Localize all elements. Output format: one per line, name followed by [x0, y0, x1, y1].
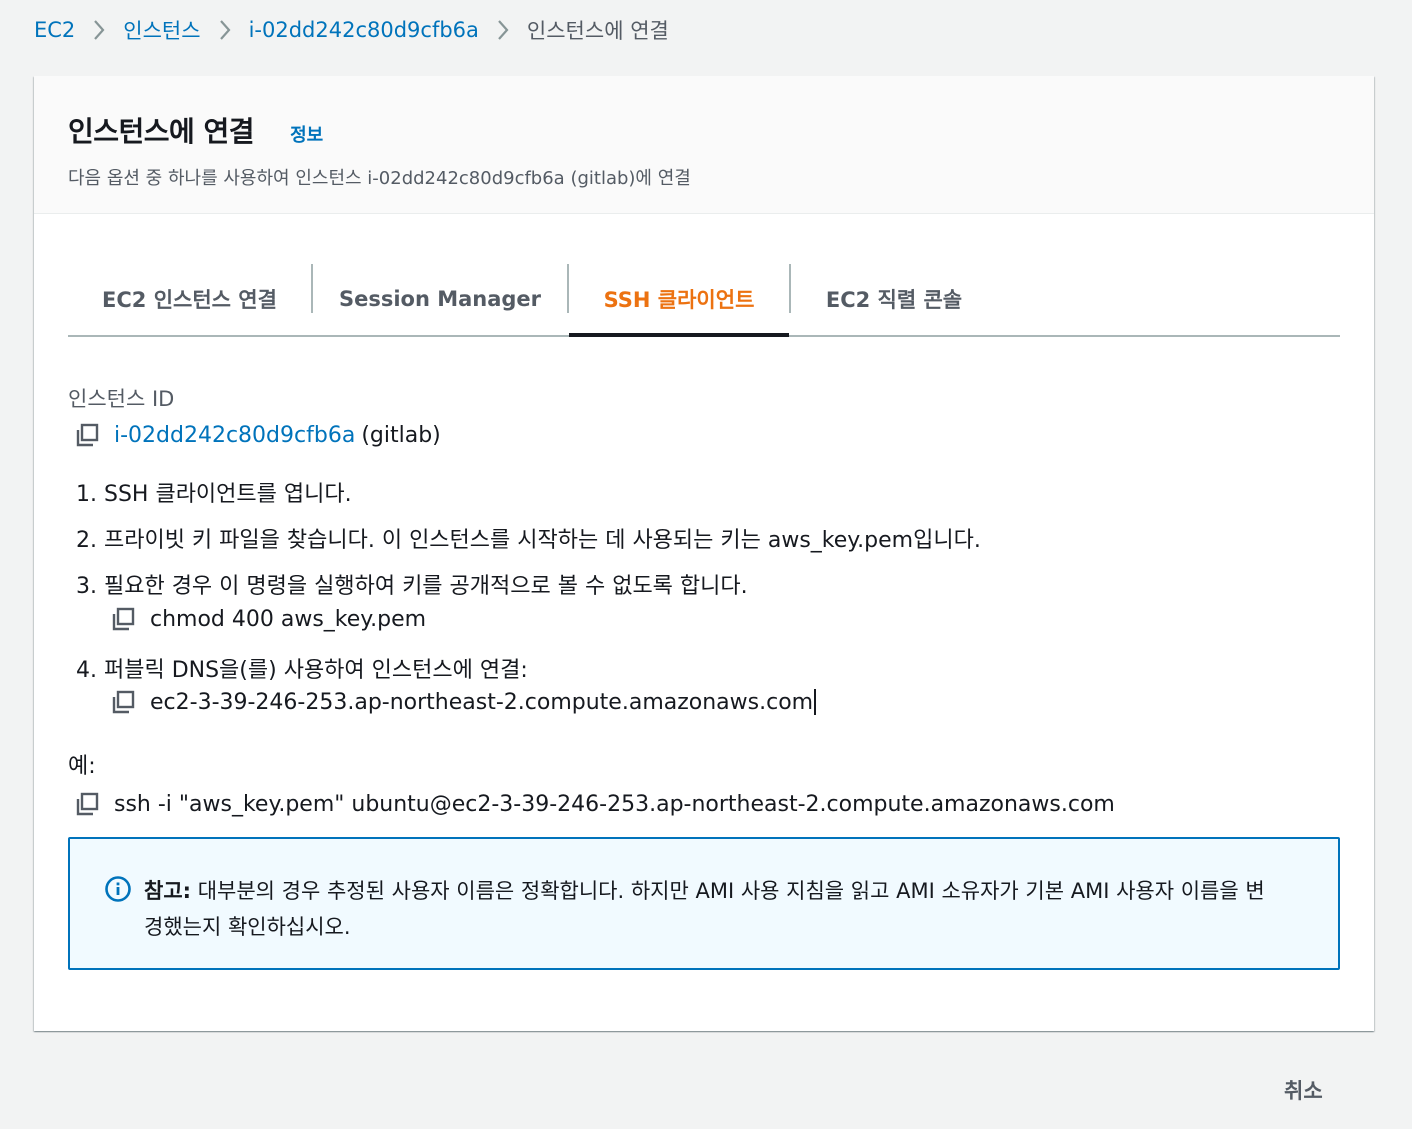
instance-id-label: 인스턴스 ID: [68, 387, 175, 411]
breadcrumb-instances[interactable]: 인스턴스: [123, 15, 200, 45]
info-alert: 참고: 대부분의 경우 추정된 사용자 이름은 정확합니다. 하지만 AMI 사…: [68, 837, 1340, 970]
page-title: 인스턴스에 연결: [68, 115, 255, 148]
connection-tabs: EC2 인스턴스 연결 Session Manager SSH 클라이언트 EC…: [68, 262, 1340, 337]
public-dns[interactable]: ec2-3-39-246-253.ap-northeast-2.compute.…: [150, 690, 813, 715]
info-link[interactable]: 정보: [290, 121, 323, 147]
breadcrumb-ec2[interactable]: EC2: [34, 18, 75, 42]
text-cursor: [814, 689, 817, 715]
ssh-example-row: ssh -i "aws_key.pem" ubuntu@ec2-3-39-246…: [74, 791, 1115, 817]
instance-id-link[interactable]: i-02dd242c80d9cfb6a: [114, 423, 355, 448]
step-1: 1. SSH 클라이언트를 엽니다.: [76, 482, 352, 507]
chevron-right-icon: [219, 19, 231, 41]
info-icon: [104, 875, 132, 903]
breadcrumb: EC2 인스턴스 i-02dd242c80d9cfb6a 인스턴스에 연결: [34, 12, 669, 48]
chmod-command-row: chmod 400 aws_key.pem: [110, 606, 426, 632]
page-description: 다음 옵션 중 하나를 사용하여 인스턴스 i-02dd242c80d9cfb6…: [68, 168, 691, 189]
tab-ec2-instance-connect[interactable]: EC2 인스턴스 연결: [68, 262, 311, 335]
connect-card: 인스턴스에 연결 정보 다음 옵션 중 하나를 사용하여 인스턴스 i-02dd…: [34, 76, 1374, 1031]
copy-icon[interactable]: [74, 791, 100, 817]
breadcrumb-current: 인스턴스에 연결: [526, 19, 669, 43]
step-3: 3. 필요한 경우 이 명령을 실행하여 키를 공개적으로 볼 수 없도록 합니…: [76, 574, 748, 599]
step-2: 2. 프라이빗 키 파일을 찾습니다. 이 인스턴스를 시작하는 데 사용되는 …: [76, 528, 981, 553]
cancel-button[interactable]: 취소: [1284, 1070, 1323, 1110]
copy-icon[interactable]: [110, 606, 136, 632]
dns-row: ec2-3-39-246-253.ap-northeast-2.compute.…: [110, 689, 817, 715]
tab-ec2-serial-console[interactable]: EC2 직렬 콘솔: [791, 262, 997, 335]
card-header: 인스턴스에 연결 정보 다음 옵션 중 하나를 사용하여 인스턴스 i-02dd…: [34, 76, 1374, 214]
step-4: 4. 퍼블릭 DNS을(를) 사용하여 인스턴스에 연결:: [76, 658, 528, 683]
breadcrumb-instance-id[interactable]: i-02dd242c80d9cfb6a: [249, 18, 479, 42]
example-label: 예:: [68, 754, 96, 779]
copy-icon[interactable]: [74, 422, 100, 448]
ssh-command: ssh -i "aws_key.pem" ubuntu@ec2-3-39-246…: [114, 791, 1115, 817]
chevron-right-icon: [93, 19, 105, 41]
instance-id-row: i-02dd242c80d9cfb6a (gitlab): [74, 422, 441, 448]
copy-icon[interactable]: [110, 689, 136, 715]
alert-text: 참고: 대부분의 경우 추정된 사용자 이름은 정확합니다. 하지만 AMI 사…: [144, 873, 1265, 945]
instance-name: (gitlab): [361, 422, 441, 448]
alert-body-line1: 대부분의 경우 추정된 사용자 이름은 정확합니다. 하지만 AMI 사용 지침…: [191, 879, 1265, 903]
alert-body-line2: 경했는지 확인하십시오.: [144, 915, 351, 939]
tab-session-manager[interactable]: Session Manager: [313, 262, 567, 335]
alert-prefix: 참고:: [144, 879, 192, 903]
tab-ssh-client[interactable]: SSH 클라이언트: [569, 262, 789, 337]
chmod-command: chmod 400 aws_key.pem: [150, 606, 427, 632]
chevron-right-icon: [497, 19, 509, 41]
